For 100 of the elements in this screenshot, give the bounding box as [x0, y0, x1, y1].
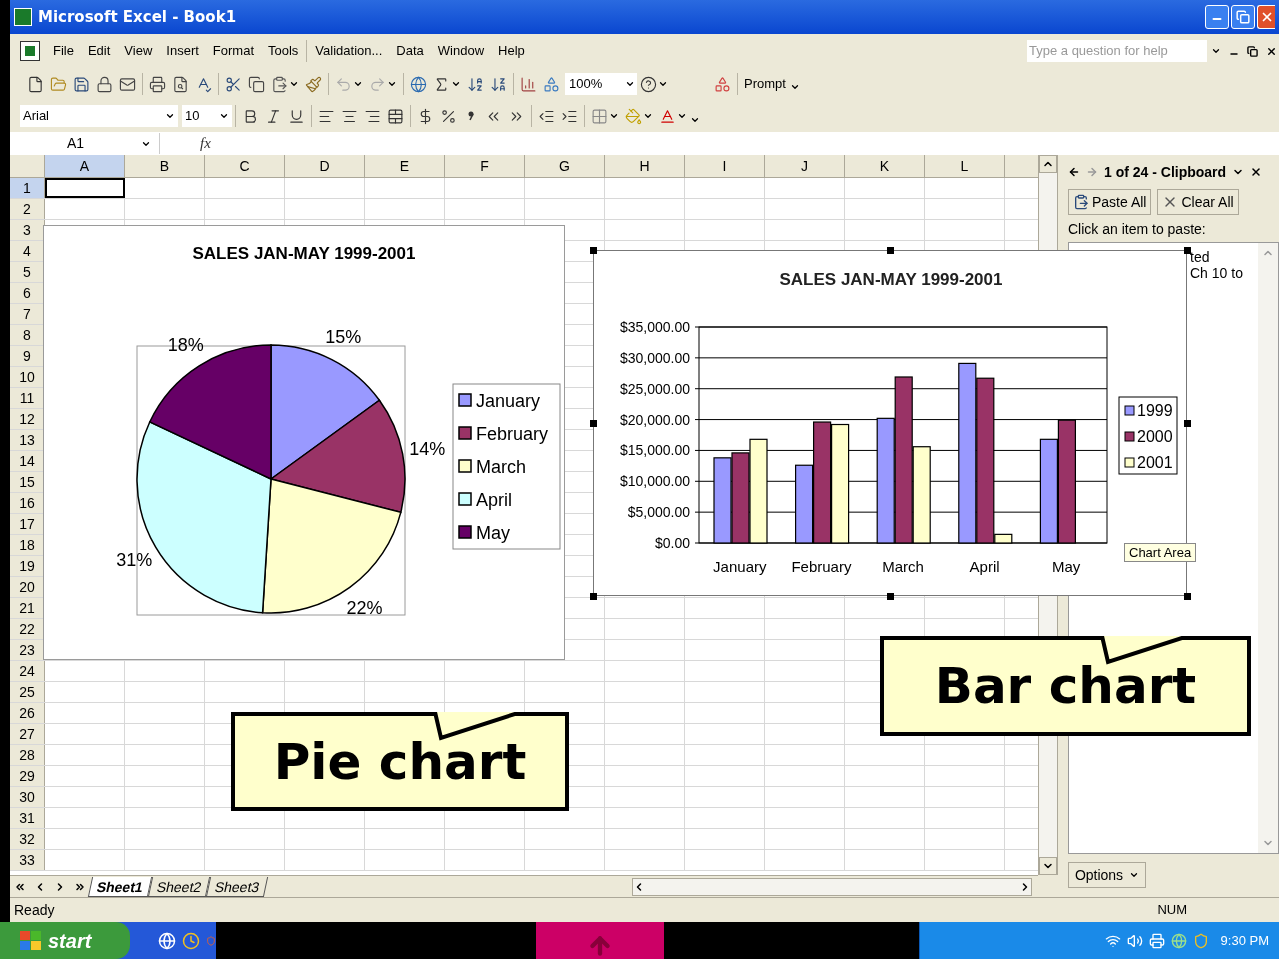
row-header[interactable]: 27 [10, 724, 45, 744]
column-header[interactable]: F [445, 155, 525, 177]
menu-item[interactable]: Edit [80, 40, 118, 62]
menu-item[interactable]: Format [205, 40, 261, 62]
column-header[interactable]: E [365, 155, 445, 177]
restore-button[interactable] [1231, 5, 1255, 29]
close-button[interactable] [1257, 5, 1275, 29]
row-header[interactable]: 1 [10, 178, 45, 198]
row-header[interactable]: 13 [10, 430, 45, 450]
row-header[interactable]: 10 [10, 367, 45, 387]
num-lock-indicator: NUM [1157, 901, 1187, 920]
task-pane-button[interactable]: Paste All [1068, 189, 1152, 215]
selection-handle[interactable] [887, 593, 894, 600]
row-header[interactable]: 6 [10, 283, 45, 303]
row-header[interactable]: 19 [10, 556, 45, 576]
clipboard-item[interactable]: Ch 10 to [1190, 265, 1258, 281]
column-header[interactable]: H [605, 155, 685, 177]
row-header[interactable]: 5 [10, 262, 45, 282]
clock-text: 9:30 PM [1220, 931, 1269, 950]
row-header[interactable]: 24 [10, 661, 45, 681]
selection-handle[interactable] [590, 247, 597, 254]
column-header[interactable]: G [525, 155, 605, 177]
row-header[interactable]: 28 [10, 745, 45, 765]
selection-handle[interactable] [1184, 247, 1191, 254]
row-header[interactable]: 4 [10, 241, 45, 261]
menu-item[interactable]: Window [430, 40, 492, 62]
speaker-icon[interactable] [1126, 932, 1143, 949]
magnifier-page-icon [172, 75, 189, 93]
sheet-tab[interactable]: Sheet2 [147, 876, 211, 897]
printer-icon[interactable] [1148, 932, 1165, 949]
row-header[interactable]: 22 [10, 619, 45, 639]
row-header[interactable]: 14 [10, 451, 45, 471]
menu-item[interactable]: View [117, 40, 160, 62]
column-header[interactable]: K [845, 155, 925, 177]
font-select[interactable]: Arial [20, 105, 178, 127]
sheet-tab[interactable]: Sheet3 [206, 876, 269, 897]
row-header[interactable]: 29 [10, 766, 45, 786]
restore-icon[interactable] [1247, 45, 1258, 57]
row-header[interactable]: 26 [10, 703, 45, 723]
menu-item[interactable]: Tools [261, 40, 306, 62]
function-label[interactable]: fx [200, 132, 211, 155]
column-header[interactable]: L [925, 155, 1005, 177]
row-header[interactable]: 16 [10, 493, 45, 513]
row-header[interactable]: 23 [10, 640, 45, 660]
row-header[interactable]: 11 [10, 388, 45, 408]
selection-handle[interactable] [590, 593, 597, 600]
row-header[interactable]: 21 [10, 598, 45, 618]
back-icon[interactable] [1068, 166, 1080, 178]
help-question-field[interactable]: Type a question for help [1027, 40, 1207, 62]
font-size-select[interactable]: 10 [182, 105, 232, 127]
row-header[interactable]: 32 [10, 829, 45, 849]
lock-icon [96, 75, 113, 93]
row-header[interactable]: 7 [10, 304, 45, 324]
selection-handle[interactable] [1184, 420, 1191, 427]
column-header[interactable]: B [125, 155, 205, 177]
close-icon[interactable] [1266, 45, 1277, 57]
legend-label: May [476, 523, 510, 543]
column-header[interactable]: J [765, 155, 845, 177]
column-header[interactable]: D [285, 155, 365, 177]
minimize-button[interactable] [1205, 5, 1229, 29]
row-header[interactable]: 25 [10, 682, 45, 702]
row-header[interactable]: 3 [10, 220, 45, 240]
column-header[interactable]: C [205, 155, 285, 177]
horizontal-scrollbar[interactable] [632, 877, 1032, 896]
clock-app-icon[interactable] [182, 931, 200, 950]
close-icon[interactable] [1250, 166, 1263, 178]
scroll-up-button[interactable] [1039, 155, 1057, 173]
menu-item[interactable]: Validation... [308, 40, 390, 62]
selection-handle[interactable] [590, 420, 597, 427]
prompt-button[interactable]: Prompt [741, 72, 803, 96]
row-header[interactable]: 17 [10, 514, 45, 534]
row-header[interactable]: 8 [10, 325, 45, 345]
options-button[interactable]: Options [1068, 862, 1146, 888]
row-header[interactable]: 30 [10, 787, 45, 807]
selection-handle[interactable] [887, 247, 894, 254]
column-header[interactable]: A [45, 155, 125, 177]
menu-item[interactable]: Insert [159, 40, 206, 62]
active-cell[interactable] [45, 178, 125, 198]
data-label: 22% [346, 597, 383, 618]
column-header[interactable]: I [685, 155, 765, 177]
browser-icon[interactable] [158, 931, 176, 950]
windows-flag-icon [20, 930, 42, 951]
row-header[interactable]: 20 [10, 577, 45, 597]
clipboard-item[interactable]: ted [1190, 249, 1258, 265]
start-button[interactable]: start [0, 922, 130, 959]
task-pane-button[interactable]: Clear All [1157, 189, 1239, 215]
zoom-select[interactable]: 100% [565, 73, 637, 95]
menu-item[interactable]: Help [491, 40, 532, 62]
menu-item[interactable]: File [46, 40, 81, 62]
row-header[interactable]: 15 [10, 472, 45, 492]
row-header[interactable]: 12 [10, 409, 45, 429]
row-header[interactable]: 31 [10, 808, 45, 828]
row-header[interactable]: 9 [10, 346, 45, 366]
selection-handle[interactable] [1184, 593, 1191, 600]
row-header[interactable]: 33 [10, 850, 45, 870]
menu-item[interactable]: Data [389, 40, 431, 62]
scroll-down-button[interactable] [1039, 857, 1057, 875]
sheet-tab[interactable]: Sheet1 [87, 876, 153, 897]
row-header[interactable]: 2 [10, 199, 45, 219]
row-header[interactable]: 18 [10, 535, 45, 555]
